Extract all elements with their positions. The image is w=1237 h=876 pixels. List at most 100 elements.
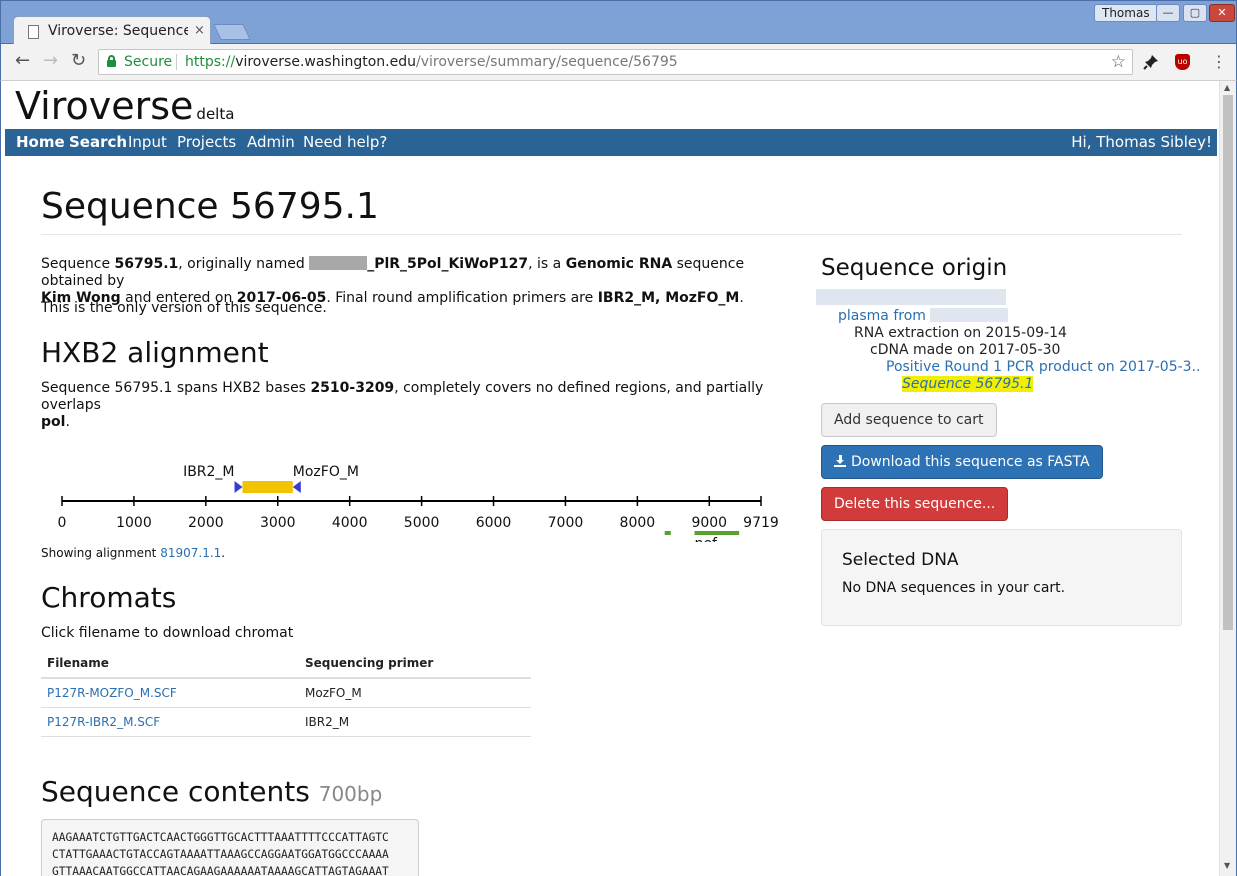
axis-tick-label: 7000: [548, 515, 584, 531]
brand-sub: delta: [196, 105, 235, 123]
redacted-name: [309, 256, 368, 270]
browser-menu-icon[interactable]: ⋮: [1211, 54, 1227, 70]
intro-text: . Final round amplification primers are: [326, 290, 598, 306]
profile-button[interactable]: Thomas: [1094, 4, 1158, 22]
ublock-extension-icon[interactable]: uo: [1175, 54, 1190, 70]
axis-tick-label: 1000: [116, 515, 152, 531]
primer-label: IBR2_M: [183, 464, 234, 480]
origin-plasma[interactable]: plasma from: [838, 308, 1009, 324]
main-navbar: Home Search Input Projects Admin Need he…: [5, 129, 1217, 156]
axis-tick-label: 0: [58, 515, 67, 531]
nav-projects[interactable]: Projects: [177, 133, 236, 151]
add-to-cart-button[interactable]: Add sequence to cart: [821, 403, 997, 437]
chromat-primer: IBR2_M: [299, 707, 531, 737]
column-header-primer: Sequencing primer: [299, 649, 531, 679]
chromat-download-link[interactable]: P127R-MOZFO_M.SCF: [47, 686, 177, 700]
intro-text: .: [739, 290, 744, 306]
contents-heading: Sequence contents 700bp: [41, 775, 382, 808]
redacted-subject: [816, 289, 1006, 307]
version-note: This is the only version of this sequenc…: [41, 300, 327, 316]
bookmark-star-icon[interactable]: ☆: [1111, 52, 1126, 72]
maximize-button[interactable]: ▢: [1183, 4, 1207, 22]
intro-text: Sequence: [41, 256, 115, 272]
download-icon: [834, 455, 846, 467]
primer-arrow: [234, 481, 243, 493]
axis-tick-label: 3000: [260, 515, 296, 531]
secure-label: Secure: [124, 54, 173, 70]
sequence-type: Genomic RNA: [565, 256, 673, 272]
nav-home[interactable]: Home: [16, 133, 65, 151]
primer-label: MozFO_M: [293, 464, 359, 480]
minimize-button[interactable]: —: [1156, 4, 1180, 22]
alignment-note-text: Showing alignment: [41, 546, 161, 560]
axis-tick-label: 6000: [476, 515, 512, 531]
chromat-download-link[interactable]: P127R-IBR2_M.SCF: [47, 715, 160, 729]
column-header-filename: Filename: [41, 649, 299, 679]
table-row: P127R-MOZFO_M.SCF MozFO_M: [41, 678, 531, 708]
sequence-length: 700bp: [318, 782, 383, 806]
sequence-line: AAGAAATCTGTTGACTCAACTGGGTTGCACTTTAAATTTT…: [52, 831, 389, 844]
alignment-note: Showing alignment 81907.1.1.: [41, 546, 225, 560]
pin-extension-icon[interactable]: [1143, 54, 1159, 74]
window-close-button[interactable]: ✕: [1209, 4, 1235, 22]
gene-label: nef: [695, 536, 718, 542]
lock-icon: [107, 55, 116, 67]
address-bar[interactable]: Secure https://viroverse.washington.edu/…: [98, 49, 1133, 75]
user-greeting[interactable]: Hi, Thomas Sibley!: [1071, 133, 1212, 151]
url-text[interactable]: https://viroverse.washington.edu/virover…: [185, 54, 678, 70]
browser-tab[interactable]: Viroverse: Sequence ×: [13, 16, 211, 46]
page-title: Sequence 56795.1: [41, 186, 379, 227]
origin-sequence[interactable]: Sequence 56795.1: [902, 376, 1034, 392]
origin-pcr[interactable]: Positive Round 1 PCR product on 2017-05-…: [886, 359, 1200, 375]
intro-text: , originally named: [178, 256, 310, 272]
hxb2-range: 2510-3209: [310, 380, 395, 396]
alignment-note-text: .: [221, 546, 226, 560]
scrollbar-thumb[interactable]: [1223, 95, 1233, 630]
axis-tick-label: 4000: [332, 515, 368, 531]
forward-arrow-icon[interactable]: →: [43, 51, 58, 71]
back-arrow-icon[interactable]: ←: [15, 51, 30, 71]
nav-help[interactable]: Need help?: [303, 133, 387, 151]
nav-admin[interactable]: Admin: [247, 133, 295, 151]
omnibox-divider: [176, 54, 177, 70]
tab-title: Viroverse: Sequence: [48, 23, 188, 39]
sequence-id: 56795.1: [114, 256, 179, 272]
alignment-link[interactable]: 81907.1.1: [160, 546, 221, 560]
page-scrollbar[interactable]: ▲ ▼: [1219, 81, 1236, 876]
nav-input[interactable]: Input: [128, 133, 167, 151]
scroll-up-icon[interactable]: ▲: [1224, 83, 1230, 92]
table-row: P127R-IBR2_M.SCF IBR2_M: [41, 707, 531, 737]
plasma-link[interactable]: plasma from: [838, 308, 926, 324]
delete-sequence-button[interactable]: Delete this sequence...: [821, 487, 1009, 521]
origin-cdna: cDNA made on 2017-05-30: [870, 342, 1061, 358]
chromats-instruction: Click filename to download chromat: [41, 625, 294, 641]
pcr-product-link[interactable]: Positive Round 1 PCR product on 2017-05-…: [886, 359, 1200, 375]
origin-rna: RNA extraction on 2015-09-14: [854, 325, 1067, 341]
tab-close-icon[interactable]: ×: [194, 23, 205, 38]
download-label: Download this sequence as FASTA: [851, 454, 1090, 470]
contents-title: Sequence contents: [41, 775, 310, 808]
download-fasta-button[interactable]: Download this sequence as FASTA: [821, 445, 1103, 479]
scroll-down-icon[interactable]: ▼: [1224, 861, 1230, 870]
current-sequence-link[interactable]: Sequence 56795.1: [902, 376, 1034, 392]
hxb2-alignment-map: 0 1000 2000 3000 4000 5000 6000 7000 8000 9000 971…: [58, 464, 779, 542]
sequence-line: GTTAAACAATGGCCATTAACAGAAGAAAAAATAAAAGCAT…: [52, 865, 389, 876]
site-brand[interactable]: Viroverse delta: [15, 84, 234, 128]
axis-tick-label: 9000: [691, 515, 727, 531]
sequence-text-box[interactable]: AAGAAATCTGTTGACTCAACTGGGTTGCACTTTAAATTTT…: [41, 819, 419, 876]
url-path: /viroverse/summary/sequence/56795: [415, 54, 678, 70]
reload-icon[interactable]: ↻: [71, 51, 86, 71]
table-header-row: Filename Sequencing primer: [41, 649, 531, 679]
chromats-table: Filename Sequencing primer P127R-MOZFO_M…: [41, 649, 531, 737]
nav-search[interactable]: Search: [69, 133, 127, 151]
new-tab-button[interactable]: [213, 24, 251, 40]
chromat-filename[interactable]: P127R-IBR2_M.SCF: [41, 707, 299, 737]
origin-heading: Sequence origin: [821, 255, 1008, 281]
gene-bar: [664, 531, 671, 535]
axis-tick-label: 5000: [404, 515, 440, 531]
browser-toolbar: ← → ↻ Secure https://viroverse.washingto…: [0, 44, 1237, 81]
chromat-filename[interactable]: P127R-MOZFO_M.SCF: [41, 678, 299, 708]
window-titlebar: Viroverse: Sequence × Thomas — ▢ ✕: [0, 0, 1237, 46]
page-favicon-icon: [28, 25, 39, 39]
primer-names: IBR2_M, MozFO_M: [597, 290, 740, 306]
